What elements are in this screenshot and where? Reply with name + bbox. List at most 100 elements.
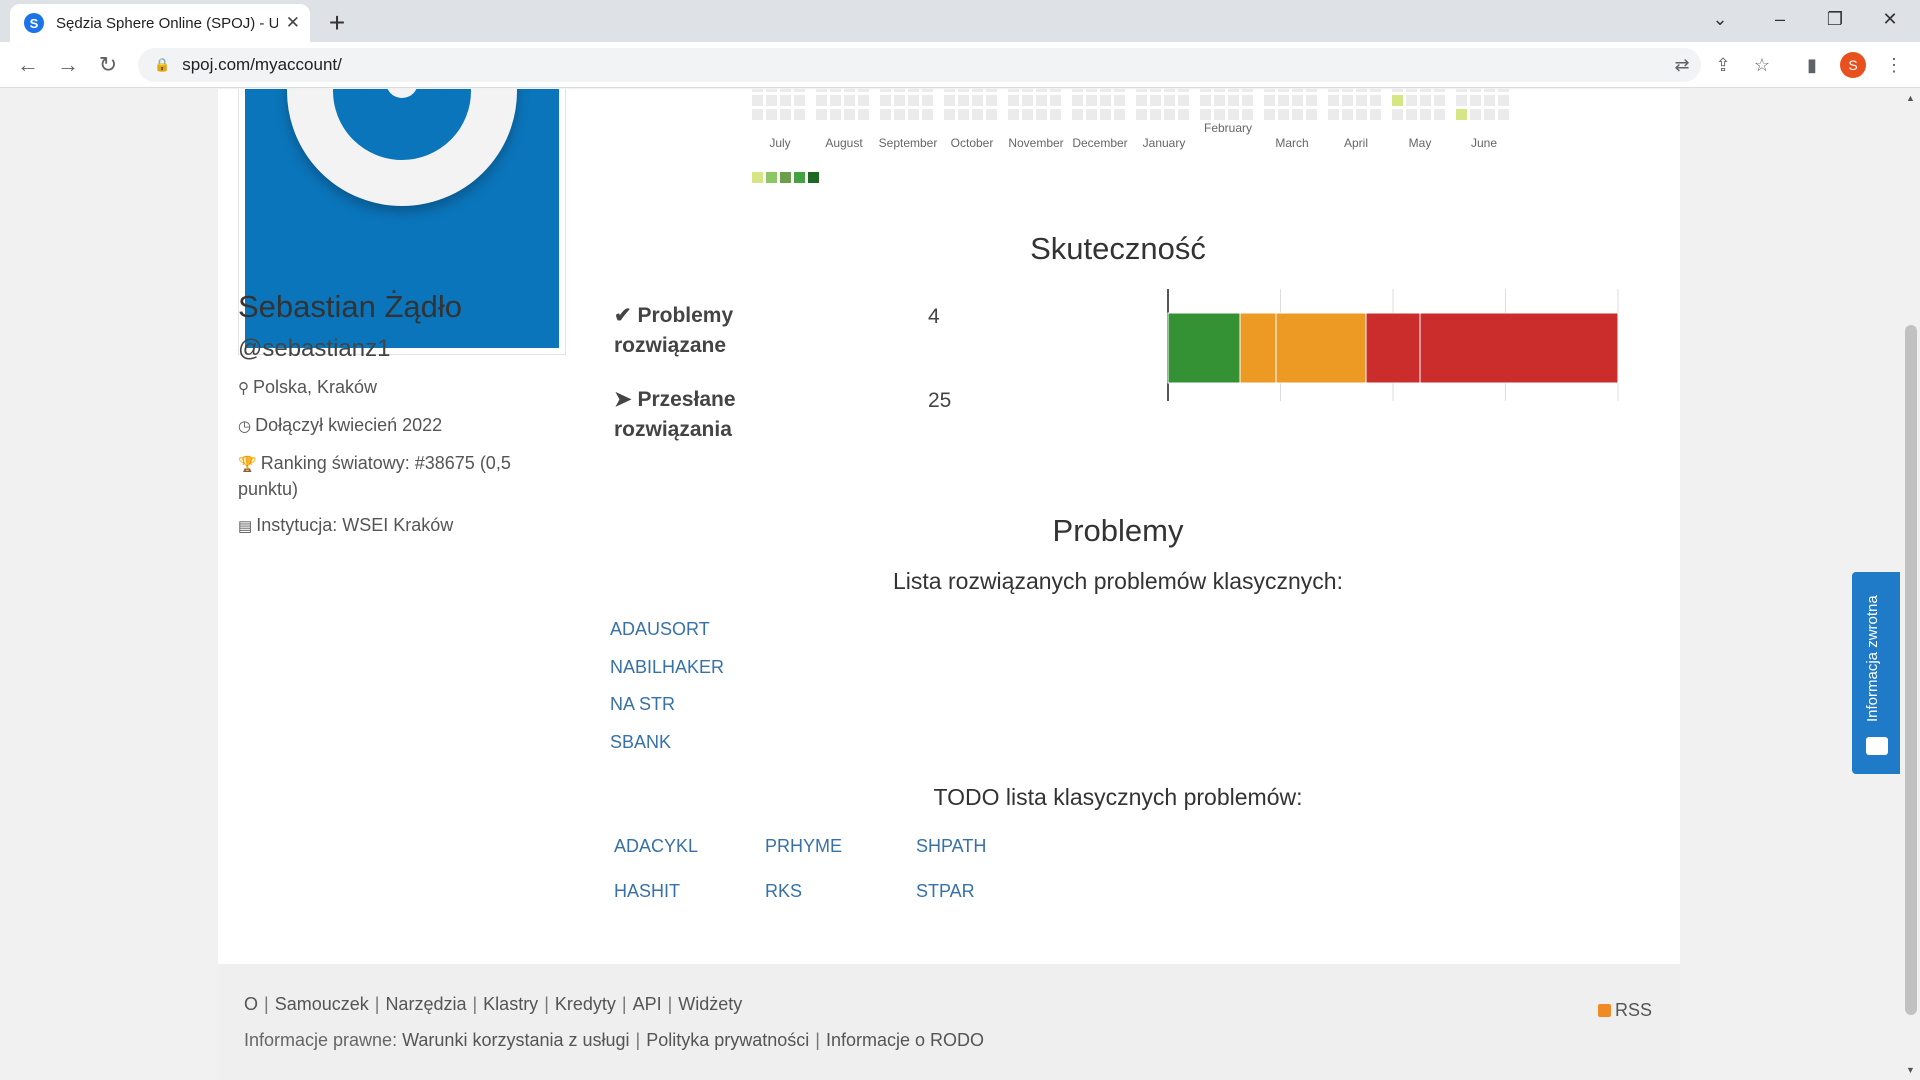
heatmap-cell: [1264, 95, 1275, 106]
heatmap-cell: [1484, 109, 1495, 120]
rss-link[interactable]: RSS: [1597, 1000, 1652, 1021]
heatmap-cell: [1342, 89, 1353, 92]
restore-button[interactable]: ❐: [1805, 0, 1865, 38]
heatmap-cell: [1100, 95, 1111, 106]
heatmap-cell: [1356, 89, 1367, 92]
page-scrollbar[interactable]: ▲ ▼: [1902, 89, 1920, 1080]
new-tab-button[interactable]: +: [318, 6, 356, 40]
heatmap-cell: [794, 95, 805, 106]
footer-separator: |: [472, 994, 478, 1014]
share-icon[interactable]: ⇪: [1709, 51, 1737, 79]
footer-legal: Informacje prawne: Warunki korzystania z…: [244, 1030, 984, 1051]
heatmap-cell: [958, 89, 969, 92]
lock-icon: 🔒: [154, 57, 171, 72]
heatmap-cell: [1392, 95, 1403, 106]
profile-avatar[interactable]: S: [1840, 52, 1866, 78]
heatmap-cell: [1278, 109, 1289, 120]
legend-swatch: [794, 172, 805, 183]
heatmap-cell: [780, 89, 791, 92]
footer-link[interactable]: Klastry: [483, 994, 538, 1014]
heatmap-cell: [752, 95, 763, 106]
todo-problem-link[interactable]: SHPATH: [916, 836, 986, 857]
heatmap-cell: [1086, 95, 1097, 106]
legend-swatch: [808, 172, 819, 183]
footer-link[interactable]: Samouczek: [275, 994, 369, 1014]
todo-problem-link[interactable]: RKS: [765, 881, 802, 902]
bar-segment: [1365, 312, 1421, 384]
heatmap-cell: [894, 89, 905, 92]
heatmap-cell: [1178, 95, 1189, 106]
footer-link[interactable]: API: [633, 994, 662, 1014]
todo-problem-link[interactable]: ADACYKL: [614, 836, 698, 857]
heatmap-cell: [1420, 89, 1431, 92]
heatmap-cell: [1292, 95, 1303, 106]
footer-link[interactable]: Kredyty: [555, 994, 616, 1014]
heatmap-cell: [880, 95, 891, 106]
heatmap-cell: [958, 109, 969, 120]
heatmap-cell: [752, 89, 763, 92]
heatmap-cell: [1470, 89, 1481, 92]
footer-link[interactable]: O: [244, 994, 258, 1014]
side-panel-icon[interactable]: ▮: [1798, 51, 1826, 79]
legal-prefix: Informacje prawne:: [244, 1030, 398, 1050]
feedback-smile-icon: [1866, 737, 1888, 755]
heatmap-cell: [1434, 95, 1445, 106]
footer-link[interactable]: Narzędzia: [385, 994, 466, 1014]
heatmap-cell: [1022, 89, 1033, 92]
heatmap-cell: [944, 95, 955, 106]
forward-button[interactable]: →: [52, 49, 84, 81]
heatmap-cell: [972, 89, 983, 92]
todo-problem-link[interactable]: PRHYME: [765, 836, 842, 857]
reload-button[interactable]: ↻: [92, 49, 124, 81]
browser-tab[interactable]: S Sędzia Sphere Online (SPOJ) - Uż ✕: [10, 4, 310, 42]
scroll-up-icon[interactable]: ▲: [1906, 93, 1915, 103]
heatmap-cell: [1050, 95, 1061, 106]
footer-separator: |: [374, 994, 380, 1014]
bookmark-star-icon[interactable]: ☆: [1748, 51, 1776, 79]
legal-link[interactable]: Informacje o RODO: [826, 1030, 984, 1050]
feedback-tab[interactable]: Informacja zwrotna: [1852, 572, 1900, 774]
solved-problem-link[interactable]: NA STR: [610, 694, 675, 715]
footer-link[interactable]: Widżety: [678, 994, 742, 1014]
solved-problem-link[interactable]: NABILHAKER: [610, 657, 724, 678]
todo-problem-link[interactable]: HASHIT: [614, 881, 680, 902]
heatmap-cell: [894, 95, 905, 106]
solved-problem-link[interactable]: SBANK: [610, 732, 671, 753]
heatmap-cell: [1036, 95, 1047, 106]
heatmap-cell: [1164, 95, 1175, 106]
footer-links: O | Samouczek | Narzędzia | Klastry | Kredyty | AP…: [244, 994, 742, 1015]
url-text: spoj.com/myaccount/: [182, 55, 342, 74]
heatmap-cell: [986, 95, 997, 106]
back-button[interactable]: ←: [12, 49, 44, 81]
legal-link[interactable]: Polityka prywatności: [646, 1030, 809, 1050]
heatmap-cell: [766, 109, 777, 120]
heatmap-cell: [1214, 109, 1225, 120]
address-bar[interactable]: 🔒 spoj.com/myaccount/: [138, 48, 1701, 82]
legal-link[interactable]: Warunki korzystania z usługi: [402, 1030, 629, 1050]
scroll-thumb[interactable]: [1905, 325, 1917, 1015]
page-viewport: Sebastian Żądło @sebastianz1 ⚲ Polska, Kr…: [0, 89, 1920, 1080]
heatmap-cell: [1164, 89, 1175, 92]
close-window-button[interactable]: ✕: [1860, 0, 1920, 38]
heatmap-cell: [780, 95, 791, 106]
menu-kebab-icon[interactable]: ⋮: [1880, 51, 1908, 79]
heatmap-cell: [1356, 95, 1367, 106]
building-icon: ▤: [238, 518, 253, 535]
heatmap-cell: [1264, 109, 1275, 120]
heatmap-cell: [844, 109, 855, 120]
heatmap-cell: [922, 95, 933, 106]
scroll-down-icon[interactable]: ▼: [1906, 1065, 1915, 1075]
solved-problem-link[interactable]: ADAUSORT: [610, 619, 710, 640]
minimize-button[interactable]: –: [1750, 0, 1810, 38]
heatmap-cell: [972, 95, 983, 106]
translate-icon[interactable]: ⇄: [1668, 51, 1696, 79]
heatmap-cell: [1114, 89, 1125, 92]
month-label: June: [1470, 136, 1498, 150]
heatmap-cell: [1164, 109, 1175, 120]
todo-problem-link[interactable]: STPAR: [916, 881, 975, 902]
stats-title: Skuteczność: [1030, 231, 1206, 266]
close-tab-icon[interactable]: ✕: [286, 13, 300, 33]
heatmap-cell: [1200, 89, 1211, 92]
heatmap-cell: [1456, 109, 1467, 120]
tab-search-chevron-icon[interactable]: ⌄: [1690, 0, 1750, 38]
